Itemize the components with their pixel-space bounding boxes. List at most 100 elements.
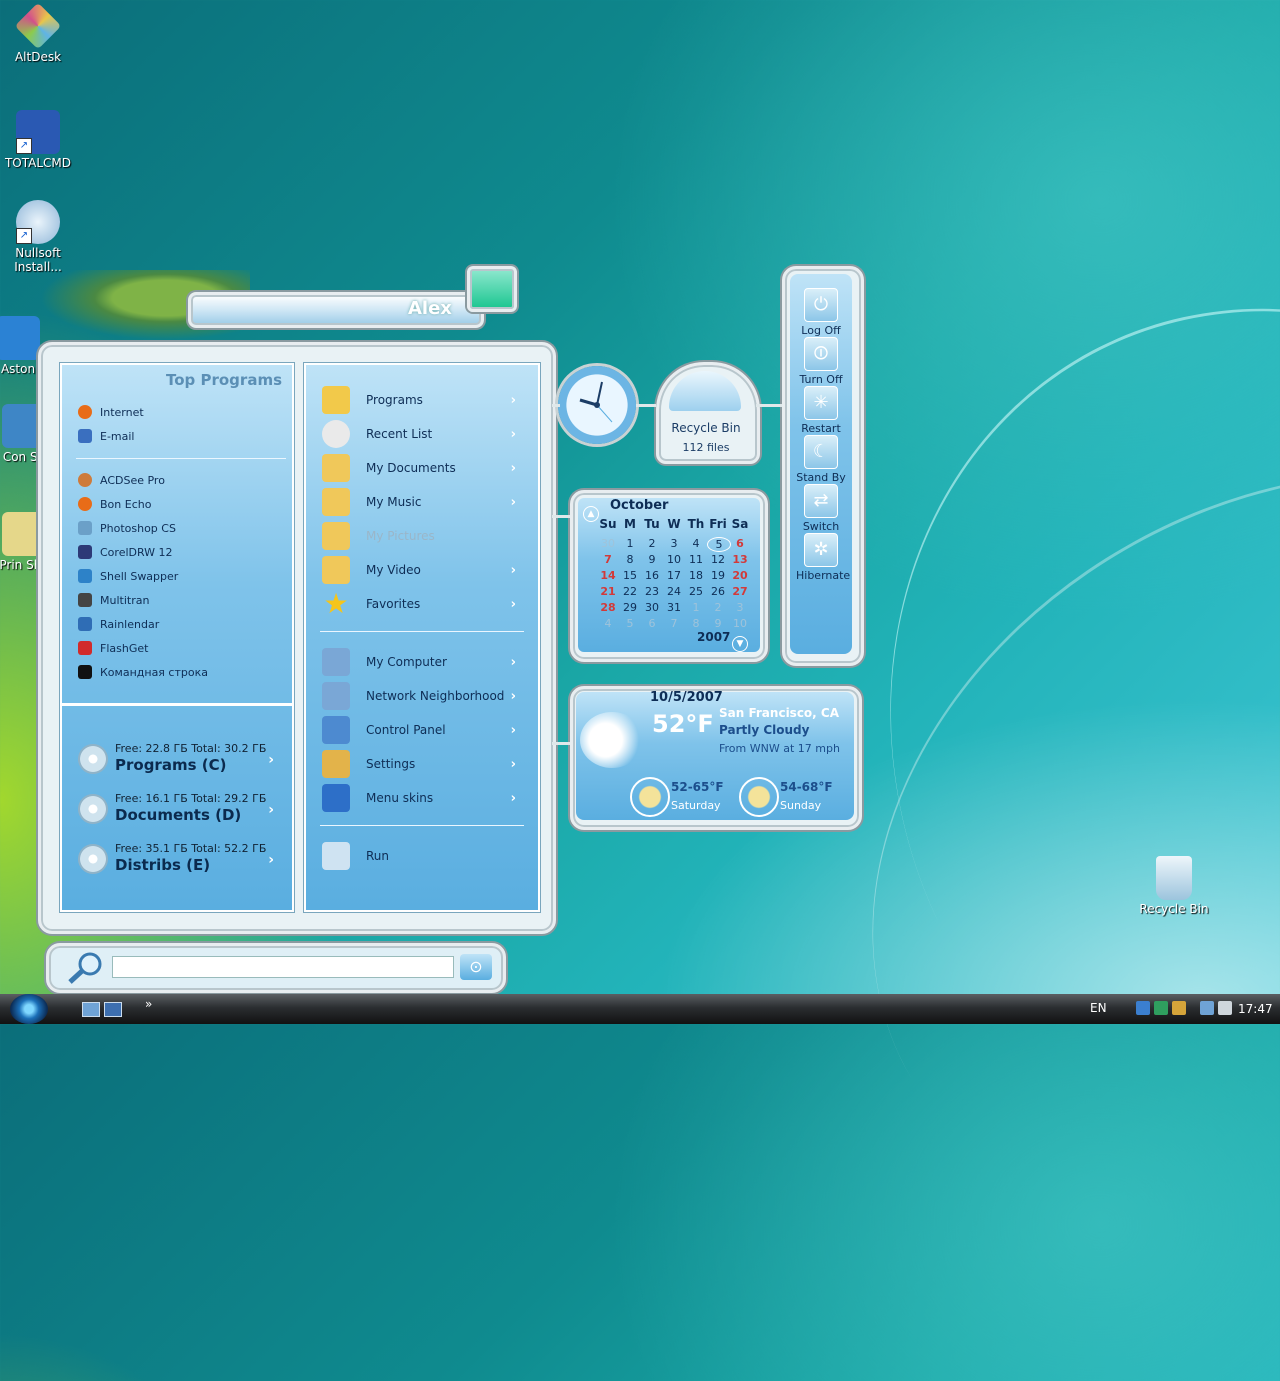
desktop-icon-nullsoft[interactable]: ↗ Nullsoft Install... [0,200,76,274]
chevron-right-icon: › [510,688,516,704]
menu-item-run[interactable]: Run [322,841,522,871]
calendar-day[interactable]: 19 [707,569,729,582]
calendar-day[interactable]: 3 [729,601,751,614]
calendar-day[interactable]: 3 [663,537,685,550]
calendar-day[interactable]: 13 [729,553,751,566]
calendar-day[interactable]: 6 [641,617,663,630]
calendar-day[interactable]: 20 [729,569,751,582]
calendar-day[interactable]: 7 [663,617,685,630]
power-button-restart[interactable]: ✳ Restart [796,386,846,435]
menu-item-control-panel[interactable]: Control Panel › [322,715,522,745]
volume-tray-icon[interactable] [1218,1001,1232,1015]
tray-icon[interactable] [1136,1001,1150,1015]
tray-icon[interactable] [1154,1001,1168,1015]
power-button-turn-off[interactable]: ⏼ Turn Off [796,337,846,386]
program-item[interactable]: ACDSee Pro [78,469,165,491]
tray-icon[interactable] [1172,1001,1186,1015]
calendar-day[interactable]: 30 [597,537,619,550]
menu-item-menu-skins[interactable]: Menu skins › [322,783,522,813]
calendar-day[interactable]: 29 [619,601,641,614]
calendar-day[interactable]: 4 [597,617,619,630]
calendar-day[interactable]: 14 [597,569,619,582]
menu-item-programs[interactable]: Programs › [322,385,522,415]
program-item[interactable]: Rainlendar [78,613,159,635]
desktop-icon-totalcmd[interactable]: ↗ TOTALCMD [0,110,76,170]
program-item[interactable]: Shell Swapper [78,565,178,587]
calendar-day[interactable]: 24 [663,585,685,598]
firefox-icon [78,497,92,511]
search-go-button[interactable]: ⊙ [460,954,492,980]
calendar-day[interactable]: 12 [707,553,729,566]
start-button[interactable] [10,994,48,1024]
language-indicator[interactable]: EN [1090,1001,1107,1015]
calendar-day[interactable]: 22 [619,585,641,598]
calendar-day[interactable]: 2 [641,537,663,550]
calendar-day[interactable]: 6 [729,537,751,550]
calendar-day[interactable]: 17 [663,569,685,582]
menu-item-my-pictures[interactable]: My Pictures [322,521,522,551]
calendar-day[interactable]: 8 [619,553,641,566]
search-input[interactable] [112,956,454,978]
calendar-day[interactable]: 31 [663,601,685,614]
menu-item-my-video[interactable]: My Video › [322,555,522,585]
calendar-next-button[interactable]: ▼ [732,636,748,652]
program-item[interactable]: Internet [78,401,144,423]
calendar-day[interactable]: 2 [707,601,729,614]
taskbar-clock[interactable]: 17:47 [1238,1002,1273,1016]
menu-item-my-computer[interactable]: My Computer › [322,647,522,677]
calendar-day[interactable]: 7 [597,553,619,566]
calendar-day[interactable]: 1 [619,537,641,550]
calendar-day[interactable]: 10 [663,553,685,566]
calendar-day[interactable]: 9 [707,617,729,630]
calendar-day[interactable]: 21 [597,585,619,598]
calendar-day[interactable]: 9 [641,553,663,566]
switch-windows-icon[interactable] [104,1002,122,1017]
menu-item-recent[interactable]: Recent List › [322,419,522,449]
quicklaunch-chevron[interactable]: » [145,997,152,1011]
calendar-day[interactable]: 30 [641,601,663,614]
calendar-day[interactable]: 18 [685,569,707,582]
calendar-day[interactable]: 5 [619,617,641,630]
power-button-stand-by[interactable]: ☾ Stand By [796,435,846,484]
calendar-day[interactable]: 16 [641,569,663,582]
calendar-day[interactable]: 10 [729,617,751,630]
show-desktop-icon[interactable] [82,1002,100,1017]
power-button-hibernate[interactable]: ✲ Hibernate [796,533,850,582]
drive-item[interactable]: Free: 22.8 ГБ Total: 30.2 ГБ Programs (C… [78,742,278,786]
calendar-day[interactable]: 25 [685,585,707,598]
calendar-day[interactable]: 1 [685,601,707,614]
calendar-day[interactable]: 4 [685,537,707,550]
menu-item-my-documents[interactable]: My Documents › [322,453,522,483]
drive-item[interactable]: Free: 35.1 ГБ Total: 52.2 ГБ Distribs (E… [78,842,278,886]
separator [62,703,292,706]
desktop-icon-altdesk[interactable]: AltDesk [0,2,76,64]
calendar-day[interactable]: 8 [685,617,707,630]
program-item[interactable]: Photoshop CS [78,517,176,539]
calendar-day[interactable]: 26 [707,585,729,598]
chevron-right-icon: › [268,852,274,868]
menu-item-favorites[interactable]: ★ Favorites › [322,589,522,619]
power-button-log-off[interactable]: ⏻ Log Off [796,288,846,337]
calendar-day[interactable]: 11 [685,553,707,566]
user-picture[interactable] [467,266,517,312]
calendar-day[interactable]: 28 [597,601,619,614]
program-item[interactable]: Командная строка [78,661,208,683]
menu-item-network[interactable]: Network Neighborhood › [322,681,522,711]
desktop-icon-recycle-bin[interactable]: Recycle Bin [1136,856,1212,916]
program-item[interactable]: FlashGet [78,637,148,659]
program-item[interactable]: CorelDRW 12 [78,541,173,563]
program-item[interactable]: Bon Echo [78,493,151,515]
network-tray-icon[interactable] [1200,1001,1214,1015]
calendar-day-header: Th [687,517,705,531]
calendar-day[interactable]: 27 [729,585,751,598]
firefox-icon [78,405,92,419]
user-name[interactable]: Alex [408,298,452,319]
menu-item-my-music[interactable]: My Music › [322,487,522,517]
drive-item[interactable]: Free: 16.1 ГБ Total: 29.2 ГБ Documents (… [78,792,278,836]
calendar-day[interactable]: 5 [707,537,731,552]
calendar-day[interactable]: 23 [641,585,663,598]
program-item[interactable]: E-mail [78,425,135,447]
program-item[interactable]: Multitran [78,589,149,611]
calendar-day[interactable]: 15 [619,569,641,582]
menu-item-settings[interactable]: Settings › [322,749,522,779]
